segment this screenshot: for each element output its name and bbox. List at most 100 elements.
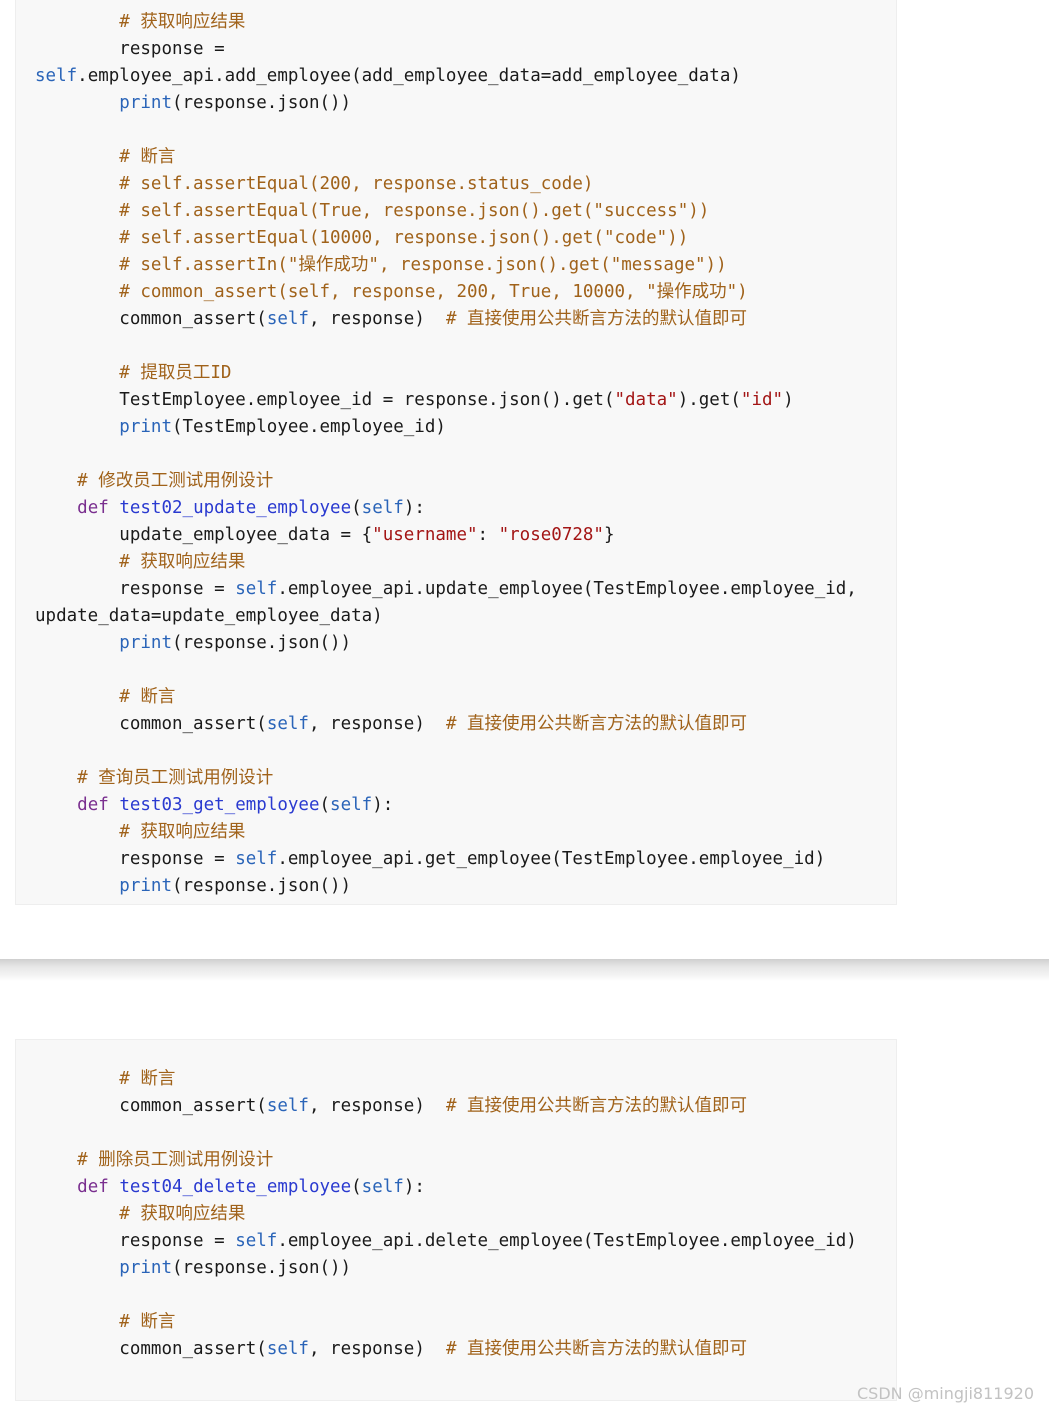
- code-token: update_employee_data = {: [119, 525, 373, 545]
- code-token: ):: [403, 498, 425, 518]
- code-token: print: [119, 1258, 172, 1278]
- code-token: .employee_api.delete_employee(TestEmploy…: [277, 1231, 857, 1251]
- code-token: common_assert(: [119, 1096, 267, 1116]
- code-token: ):: [403, 1177, 425, 1197]
- code-token: .employee_api.get_employee(TestEmployee.…: [277, 849, 826, 869]
- code-line: common_assert(self, response) # 直接使用公共断言…: [35, 306, 747, 333]
- code-token: common_assert(: [119, 309, 267, 329]
- code-token: # 获取响应结果: [119, 552, 246, 572]
- code-token: self: [266, 714, 309, 734]
- code-token: (: [319, 795, 331, 815]
- page-break-divider: [0, 959, 1049, 981]
- code-line: # 获取响应结果: [35, 1201, 245, 1228]
- code-token: :: [477, 525, 499, 545]
- code-line: # 查询员工测试用例设计: [35, 765, 273, 792]
- code-token: }: [603, 525, 615, 545]
- code-line: print(response.json()): [35, 630, 351, 657]
- code-line: def test03_get_employee(self):: [35, 792, 393, 819]
- code-token: (response.json()): [171, 93, 352, 113]
- code-token: self: [266, 1096, 309, 1116]
- code-token: def: [77, 498, 120, 518]
- code-token: print: [119, 876, 172, 896]
- code-line: common_assert(self, response) # 直接使用公共断言…: [35, 711, 747, 738]
- code-token: # 直接使用公共断言方法的默认值即可: [445, 309, 748, 329]
- code-token: (: [351, 498, 362, 518]
- code-token: test03_get_employee: [119, 795, 320, 815]
- code-token: print: [119, 93, 172, 113]
- code-block-2: # 断言 common_assert(self, response) # 直接使…: [15, 1039, 897, 1401]
- code-token: test04_delete_employee: [119, 1177, 352, 1197]
- code-token: response =: [119, 849, 236, 869]
- code-token: # 获取响应结果: [119, 1204, 246, 1224]
- code-token: , response): [308, 1096, 446, 1116]
- code-token: self: [235, 1231, 278, 1251]
- code-token: self: [235, 579, 278, 599]
- code-token: test02_update_employee: [119, 498, 352, 518]
- code-line: # 断言: [35, 144, 175, 171]
- code-token: # 断言: [119, 1312, 176, 1332]
- code-line: print(TestEmployee.employee_id): [35, 414, 446, 441]
- code-token: , response): [308, 309, 446, 329]
- code-token: response =: [119, 39, 225, 59]
- code-token: # 断言: [119, 147, 176, 167]
- code-token: ).get(: [677, 390, 741, 410]
- code-token: # 删除员工测试用例设计: [77, 1150, 274, 1170]
- code-line: # 删除员工测试用例设计: [35, 1147, 273, 1174]
- code-line: # 获取响应结果: [35, 549, 245, 576]
- code-token: # 获取响应结果: [119, 822, 246, 842]
- code-line: print(response.json()): [35, 90, 351, 117]
- code-token: # 查询员工测试用例设计: [77, 768, 274, 788]
- code-line: # self.assertIn("操作成功", response.json().…: [35, 252, 726, 279]
- code-line: def test04_delete_employee(self):: [35, 1174, 425, 1201]
- code-token: # self.assertEqual(True, response.json()…: [119, 201, 710, 221]
- code-token: (response.json()): [171, 633, 352, 653]
- code-token: # 直接使用公共断言方法的默认值即可: [445, 714, 748, 734]
- code-token: (response.json()): [171, 1258, 352, 1278]
- code-line: update_data=update_employee_data): [35, 603, 383, 630]
- code-token: (: [351, 1177, 362, 1197]
- code-token: self: [235, 849, 278, 869]
- code-token: # 断言: [119, 687, 176, 707]
- code-line: common_assert(self, response) # 直接使用公共断言…: [35, 1336, 747, 1363]
- code-line: # 断言: [35, 1066, 175, 1093]
- code-token: update_data=update_employee_data): [35, 606, 383, 626]
- code-token: # 提取员工ID: [119, 363, 232, 383]
- code-token: print: [119, 633, 172, 653]
- code-token: ): [783, 390, 794, 410]
- code-line: def test02_update_employee(self):: [35, 495, 425, 522]
- code-token: "rose0728": [498, 525, 604, 545]
- code-token: # 断言: [119, 1069, 176, 1089]
- code-line: # self.assertEqual(10000, response.json(…: [35, 225, 688, 252]
- code-line: # 获取响应结果: [35, 9, 245, 36]
- code-token: (response.json()): [171, 876, 352, 896]
- code-line: TestEmployee.employee_id = response.json…: [35, 387, 794, 414]
- code-token: response =: [119, 1231, 236, 1251]
- code-token: "data": [614, 390, 678, 410]
- code-line: print(response.json()): [35, 873, 351, 900]
- code-line: self.employee_api.add_employee(add_emplo…: [35, 63, 741, 90]
- code-token: , response): [308, 1339, 446, 1359]
- code-token: print: [119, 417, 172, 437]
- code-token: self: [330, 795, 373, 815]
- code-token: common_assert(: [119, 1339, 267, 1359]
- code-token: TestEmployee.employee_id = response.json…: [119, 390, 615, 410]
- code-line: common_assert(self, response) # 直接使用公共断言…: [35, 1093, 747, 1120]
- code-token: response =: [119, 579, 236, 599]
- code-line: response =: [35, 36, 225, 63]
- code-token: # 修改员工测试用例设计: [77, 471, 274, 491]
- code-token: # self.assertEqual(200, response.status_…: [119, 174, 594, 194]
- code-token: .employee_api.add_employee(add_employee_…: [77, 66, 741, 86]
- code-line: # self.assertEqual(200, response.status_…: [35, 171, 593, 198]
- code-token: "username": [372, 525, 478, 545]
- code-token: common_assert(: [119, 714, 267, 734]
- code-block-1: # 获取响应结果 response = self.employee_api.add…: [15, 0, 897, 905]
- code-line: # 修改员工测试用例设计: [35, 468, 273, 495]
- code-token: self: [266, 1339, 309, 1359]
- code-line: # self.assertEqual(True, response.json()…: [35, 198, 709, 225]
- code-token: self: [361, 1177, 404, 1197]
- code-token: # 获取响应结果: [119, 12, 246, 32]
- code-line: update_employee_data = {"username": "ros…: [35, 522, 615, 549]
- code-token: def: [77, 1177, 120, 1197]
- code-token: "id": [740, 390, 784, 410]
- code-token: self: [35, 66, 78, 86]
